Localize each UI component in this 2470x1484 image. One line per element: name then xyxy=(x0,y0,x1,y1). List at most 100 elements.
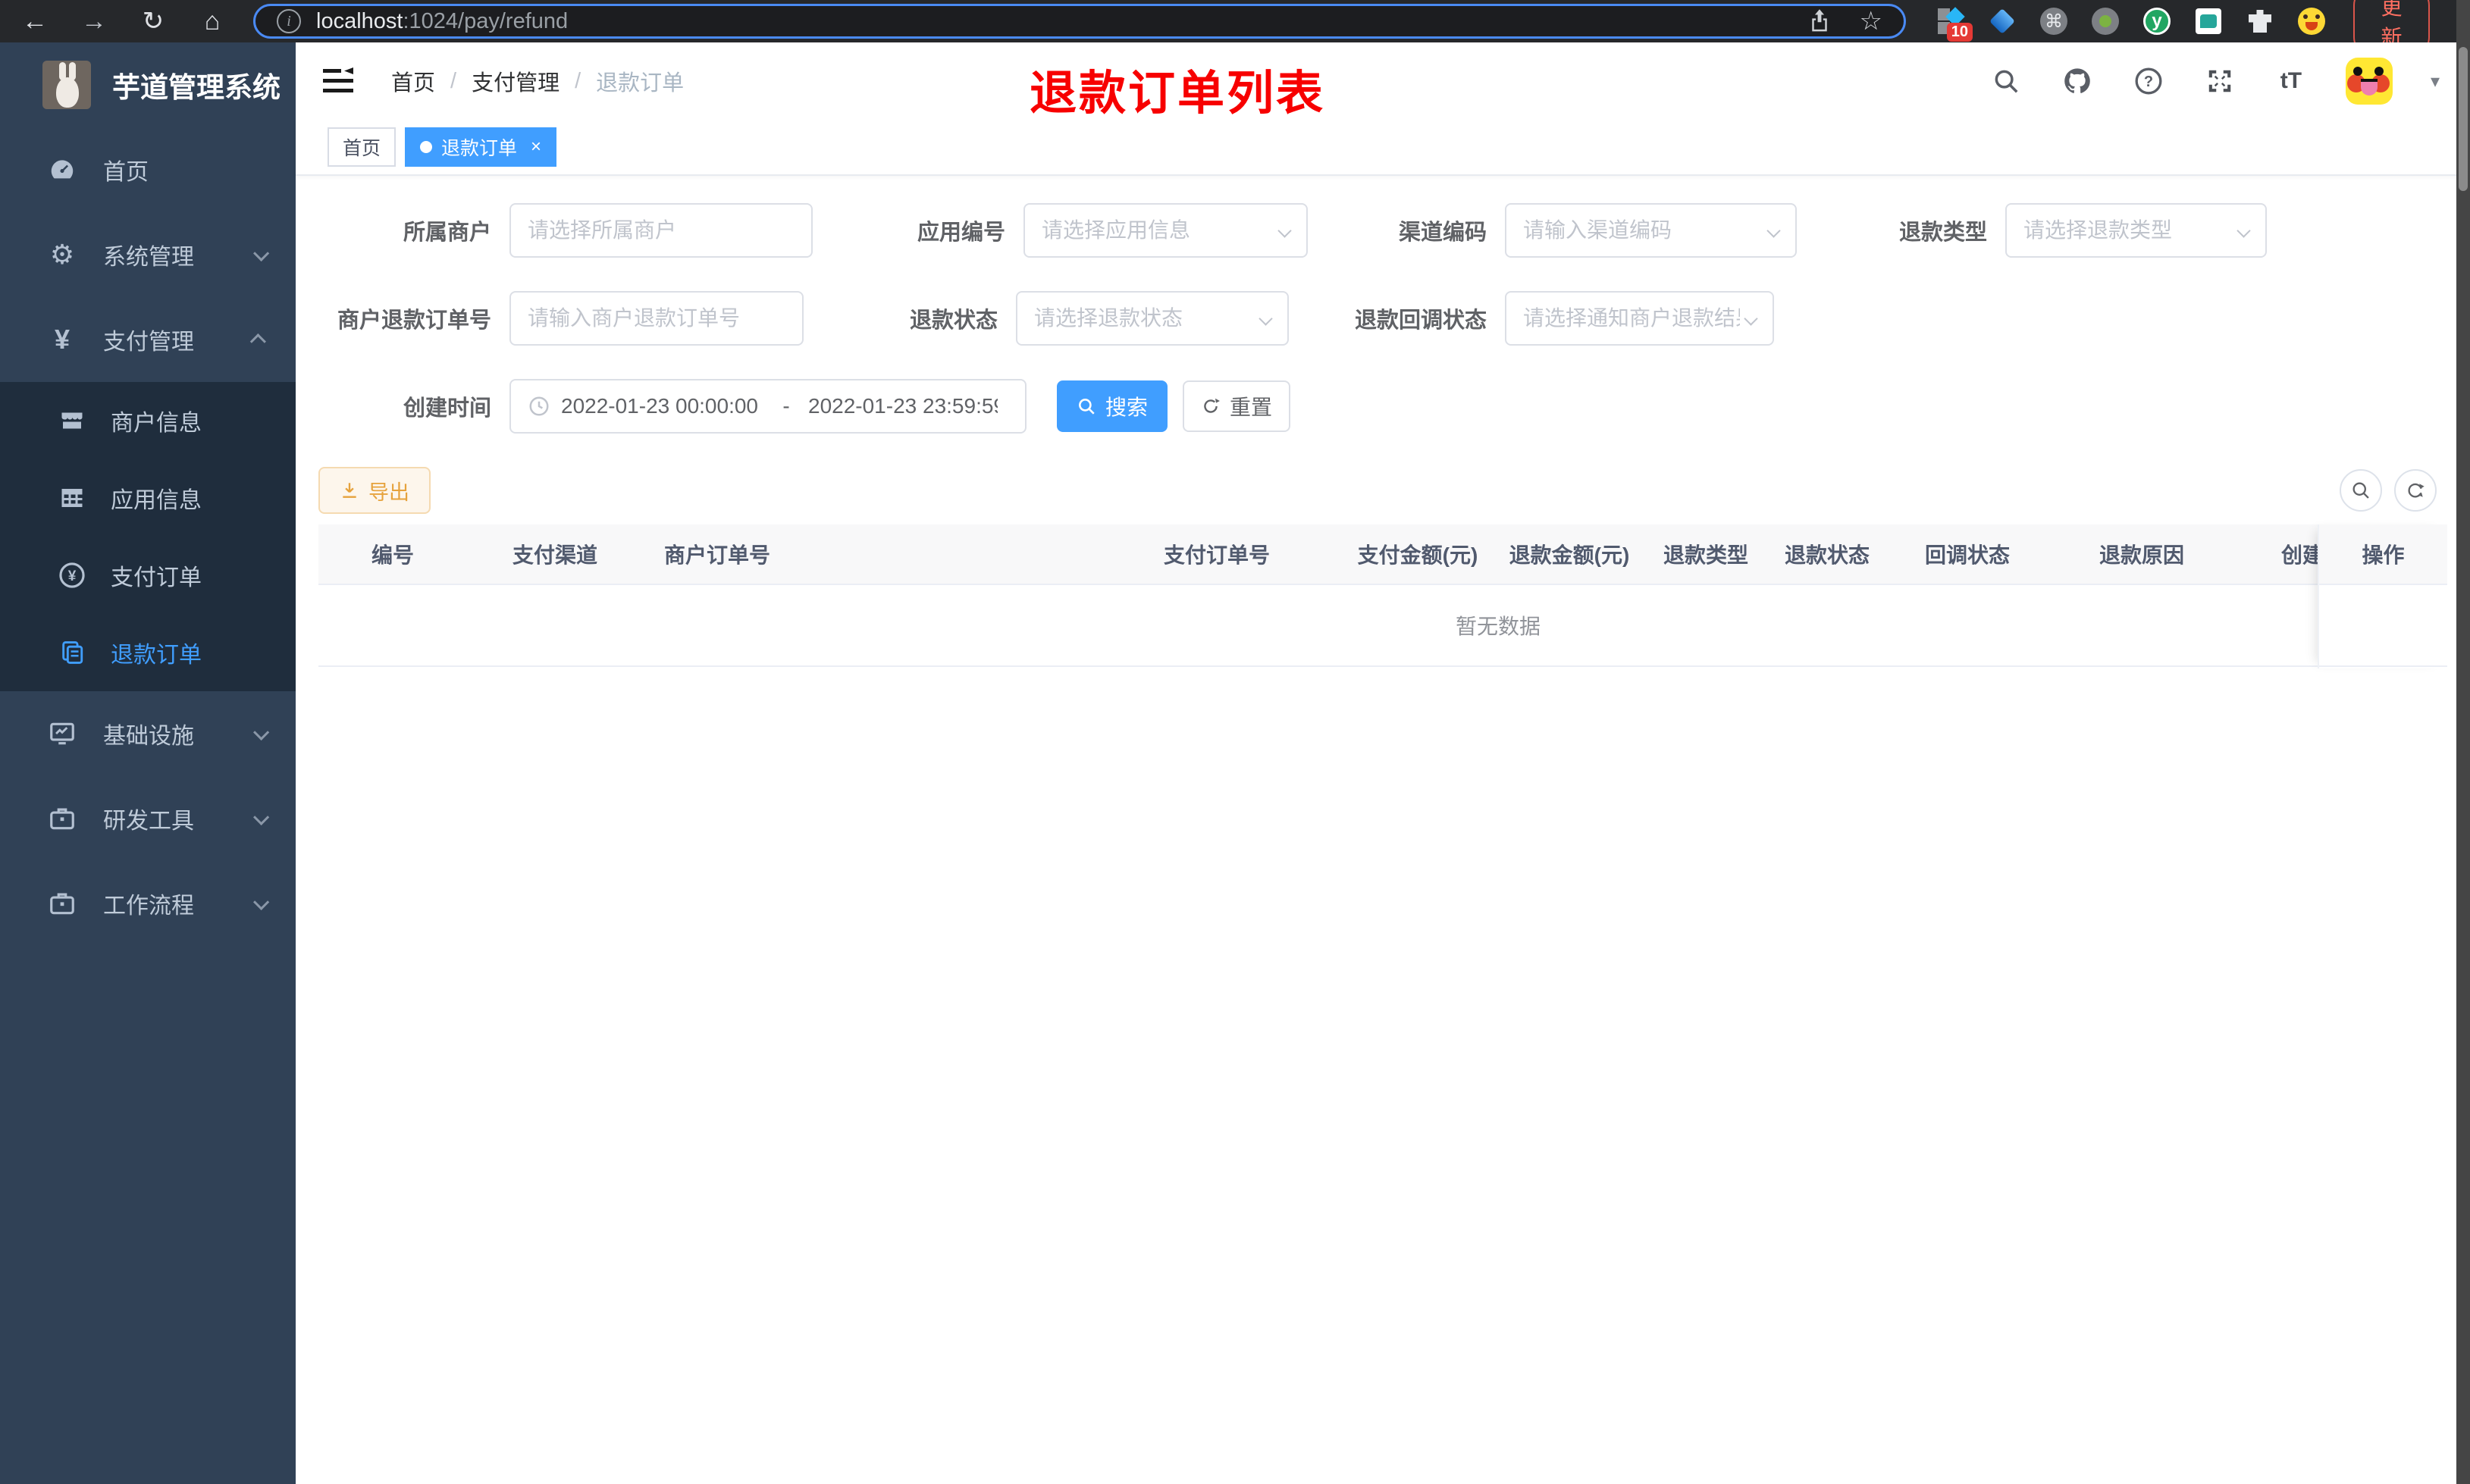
chevron-down-icon xyxy=(253,809,270,825)
breadcrumb-separator: / xyxy=(575,68,581,93)
github-icon[interactable] xyxy=(2061,64,2094,98)
tag-home[interactable]: 首页 xyxy=(328,127,397,167)
table-toolbar: 导出 xyxy=(318,467,2447,514)
fullscreen-icon[interactable] xyxy=(2203,64,2236,98)
help-icon[interactable]: ? xyxy=(2132,64,2165,98)
share-icon[interactable] xyxy=(1808,8,1831,34)
bookmark-star-icon[interactable]: ☆ xyxy=(1860,6,1882,36)
refund-table: 编号 支付渠道 商户订单号 支付订单号 支付金额(元) 退款金额(元) 退款类型… xyxy=(318,524,2447,668)
sidebar-item-home[interactable]: 首页 xyxy=(0,127,296,212)
yen-icon: ¥ xyxy=(54,324,71,355)
home-icon[interactable]: ⌂ xyxy=(190,8,235,34)
breadcrumb-current: 退款订单 xyxy=(596,71,685,95)
extension-chat-icon[interactable] xyxy=(2194,7,2223,36)
app-logo[interactable]: 芋道管理系统 xyxy=(0,42,296,127)
filter-label: 退款类型 xyxy=(1898,221,1987,245)
pay-circle-icon: ¥ xyxy=(55,561,89,590)
filter-label: 应用编号 xyxy=(917,221,1005,245)
chevron-down-icon xyxy=(253,724,270,740)
search-button[interactable]: 搜索 xyxy=(1057,380,1168,432)
channel-code-input[interactable] xyxy=(1523,218,1763,243)
sidebar-item-refund-order[interactable]: 退款订单 xyxy=(0,614,296,691)
callback-status-input[interactable] xyxy=(1523,306,1740,330)
col-header: 操作 xyxy=(2319,524,2447,585)
refund-status-input[interactable] xyxy=(1034,306,1255,330)
shop-icon xyxy=(55,407,89,434)
avatar-caret-icon[interactable]: ▾ xyxy=(2431,70,2440,92)
back-icon[interactable]: ← xyxy=(12,8,58,34)
search-icon[interactable] xyxy=(1989,64,2023,98)
tag-refund-order[interactable]: 退款订单 × xyxy=(405,127,557,167)
search-icon xyxy=(1079,399,1095,415)
sidebar-collapse-icon[interactable] xyxy=(321,67,355,95)
merchant-refund-no-input[interactable] xyxy=(528,306,785,330)
col-header: 支付金额(元) xyxy=(1357,543,1478,567)
sidebar-item-workflow[interactable]: 工作流程 xyxy=(0,861,296,946)
refresh-table-button[interactable] xyxy=(2394,469,2437,512)
sidebar-item-payment[interactable]: ¥ 支付管理 xyxy=(0,297,296,382)
filter-label: 渠道编码 xyxy=(1398,221,1487,245)
sidebar-item-system[interactable]: ⚙ 系统管理 xyxy=(0,212,296,297)
sidebar-item-app-info[interactable]: 应用信息 xyxy=(0,459,296,537)
sidebar-item-label: 系统管理 xyxy=(103,245,194,270)
window-scrollbar[interactable] xyxy=(2456,0,2470,1484)
close-icon[interactable]: × xyxy=(531,136,541,158)
url-text[interactable]: localhost:1024/pay/refund xyxy=(316,9,568,34)
extension-y-icon[interactable]: y xyxy=(2142,7,2171,36)
breadcrumb-home[interactable]: 首页 xyxy=(391,65,435,97)
sidebar-item-dev-tools[interactable]: 研发工具 xyxy=(0,776,296,861)
refund-status-select[interactable] xyxy=(1016,291,1289,346)
reload-icon[interactable]: ↻ xyxy=(130,8,176,34)
sidebar-item-label: 支付订单 xyxy=(111,565,202,590)
date-separator: - xyxy=(782,394,790,418)
chevron-down-icon xyxy=(1277,223,1292,238)
date-end[interactable]: 2022-01-23 23:59:59 xyxy=(808,394,998,418)
extension-emoji-icon[interactable] xyxy=(2297,7,2326,36)
merchant-select[interactable] xyxy=(509,203,813,258)
avatar[interactable] xyxy=(2345,58,2393,105)
extensions-puzzle-icon[interactable] xyxy=(2246,7,2274,36)
channel-code-select[interactable] xyxy=(1505,203,1797,258)
dashboard-icon xyxy=(44,155,80,184)
extension-command-icon[interactable]: ⌘ xyxy=(2039,7,2068,36)
chevron-down-icon xyxy=(1259,311,1273,326)
extensions-area: 10 ⌘ y xyxy=(1936,7,2326,42)
address-bar[interactable]: i localhost:1024/pay/refund ☆ xyxy=(253,4,1906,39)
callback-status-select[interactable] xyxy=(1505,291,1774,346)
chevron-down-icon xyxy=(1744,311,1758,326)
date-range-picker[interactable]: 2022-01-23 00:00:00 - 2022-01-23 23:59:5… xyxy=(509,379,1027,434)
breadcrumb-payment[interactable]: 支付管理 xyxy=(472,65,560,97)
app-id-select[interactable] xyxy=(1023,203,1308,258)
extension-kite-icon[interactable] xyxy=(1988,7,2017,36)
col-header: 退款状态 xyxy=(1784,543,1870,567)
monitor-icon xyxy=(44,719,80,748)
browser-toolbar: ← → ↻ ⌂ i localhost:1024/pay/refund ☆ 10… xyxy=(0,0,2470,57)
merchant-input[interactable] xyxy=(528,218,795,243)
page-info-icon[interactable]: i xyxy=(277,9,301,33)
font-size-icon[interactable]: tT xyxy=(2274,64,2308,98)
show-search-button[interactable] xyxy=(2340,469,2382,512)
date-start[interactable]: 2022-01-23 00:00:00 xyxy=(561,394,764,418)
filter-label: 退款状态 xyxy=(909,308,998,333)
forward-icon[interactable]: → xyxy=(71,8,117,34)
col-header: 支付订单号 xyxy=(1163,543,1270,567)
app-id-input[interactable] xyxy=(1042,218,1274,243)
svg-text:?: ? xyxy=(2144,74,2153,90)
filter-label: 退款回调状态 xyxy=(1354,308,1487,333)
sidebar-item-label: 退款订单 xyxy=(111,643,202,668)
reset-button[interactable]: 重置 xyxy=(1183,380,1290,432)
gear-icon: ⚙ xyxy=(49,239,75,270)
extension-blue-diamond-icon[interactable]: 10 xyxy=(1936,7,1973,42)
sidebar-item-merchant-info[interactable]: 商户信息 xyxy=(0,382,296,459)
sidebar-item-pay-order[interactable]: ¥ 支付订单 xyxy=(0,537,296,614)
col-header: 回调状态 xyxy=(1924,543,2010,567)
extension-record-icon[interactable] xyxy=(2091,7,2120,36)
scrollbar-thumb[interactable] xyxy=(2459,47,2468,191)
refund-type-input[interactable] xyxy=(2023,218,2233,243)
breadcrumb: 首页 / 支付管理 / 退款订单 xyxy=(391,65,684,97)
col-header: 编号 xyxy=(371,543,415,567)
export-button[interactable]: 导出 xyxy=(318,467,431,514)
refund-type-select[interactable] xyxy=(2005,203,2267,258)
merchant-refund-no-field[interactable] xyxy=(509,291,804,346)
sidebar-item-infrastructure[interactable]: 基础设施 xyxy=(0,691,296,776)
